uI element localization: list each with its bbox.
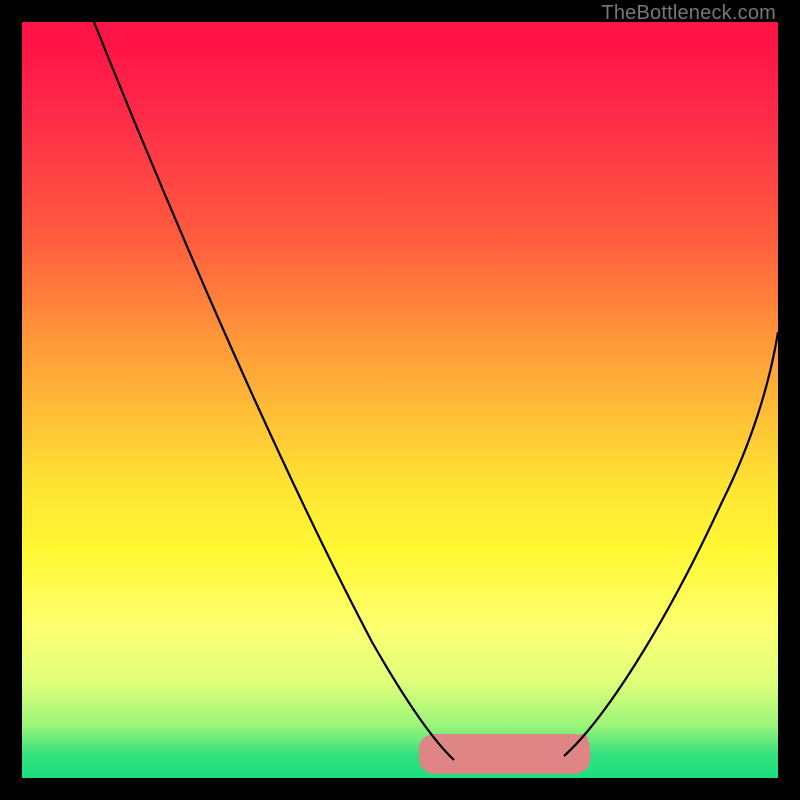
left-curve-line — [94, 22, 454, 760]
right-curve-line — [564, 332, 778, 756]
chart-frame: TheBottleneck.com — [0, 0, 800, 800]
chart-plot-area — [22, 22, 778, 778]
chart-overlay-svg — [22, 22, 778, 778]
watermark-text: TheBottleneck.com — [601, 2, 776, 25]
bottom-band-shape — [419, 734, 590, 774]
band-end-dot-icon — [576, 734, 588, 746]
